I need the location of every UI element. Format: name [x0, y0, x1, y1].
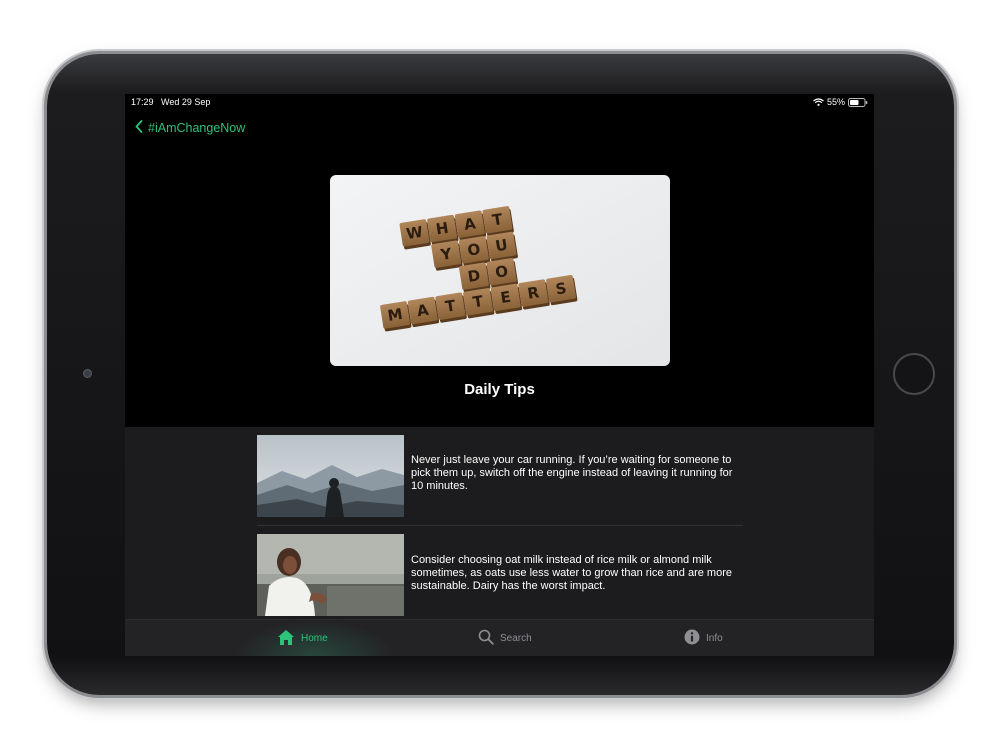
- tab-info-label: Info: [706, 633, 723, 644]
- status-time: 17:29 Wed 29 Sep: [131, 97, 210, 107]
- back-button-label: #iAmChangeNow: [148, 121, 246, 135]
- tab-info[interactable]: Info: [684, 620, 723, 656]
- battery-percent: 55%: [826, 97, 845, 107]
- tip-text: Consider choosing oat milk instead of ri…: [411, 554, 732, 592]
- tip-text: Never just leave your car running. If yo…: [411, 454, 733, 492]
- tab-bar: Home Search Info: [125, 619, 874, 656]
- hero-image: WHATYOUDOMATTERS: [330, 175, 670, 366]
- app-screen: 17:29 Wed 29 Sep 55% #iAmChangeNow W H A…: [125, 94, 874, 656]
- svg-text:M: M: [386, 305, 404, 325]
- home-button[interactable]: [893, 353, 935, 395]
- section-title: Daily Tips: [464, 381, 535, 398]
- wifi-icon: [813, 98, 824, 106]
- tip-thumbnail-person: [257, 534, 404, 616]
- status-bar: 17:29 Wed 29 Sep 55%: [125, 94, 874, 110]
- tab-home-label: Home: [301, 633, 328, 644]
- status-date: Wed 29 Sep: [161, 97, 211, 107]
- search-icon: [478, 629, 494, 648]
- list-item[interactable]: Consider choosing oat milk instead of ri…: [257, 534, 743, 618]
- chevron-left-icon: [135, 120, 143, 136]
- info-icon: [684, 629, 700, 648]
- tips-list[interactable]: Never just leave your car running. If yo…: [125, 427, 874, 619]
- tip-thumbnail-mountain: [257, 435, 404, 517]
- home-icon: [277, 629, 295, 649]
- svg-text:W: W: [405, 223, 425, 243]
- list-item[interactable]: Never just leave your car running. If yo…: [257, 435, 743, 519]
- list-separator: [257, 525, 743, 526]
- back-button[interactable]: #iAmChangeNow: [135, 120, 245, 136]
- battery-icon: [848, 97, 868, 107]
- tab-search-label: Search: [500, 633, 532, 644]
- status-clock: 17:29: [131, 97, 154, 107]
- tab-search[interactable]: Search: [478, 620, 532, 656]
- front-camera: [83, 369, 92, 378]
- status-indicators: 55%: [813, 97, 868, 107]
- tab-home[interactable]: Home: [277, 620, 328, 656]
